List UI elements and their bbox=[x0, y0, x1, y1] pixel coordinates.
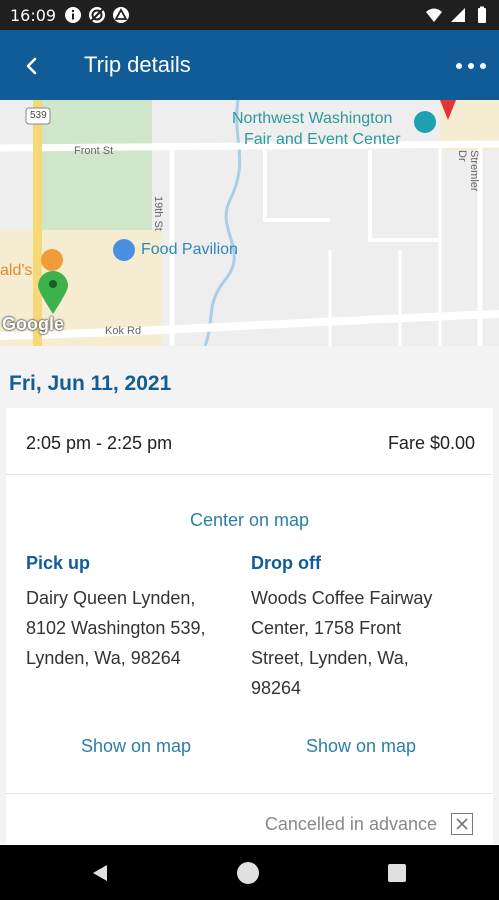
dropoff-show-on-map-button[interactable]: Show on map bbox=[251, 736, 471, 757]
park-area bbox=[42, 100, 152, 230]
dropoff-section: Drop off Woods Coffee Fairway Center, 17… bbox=[251, 553, 471, 703]
status-notification-icons bbox=[64, 6, 130, 24]
dropoff-address-line: Street, Lynden, Wa, bbox=[251, 648, 409, 668]
fairground-label-line1: Northwest Washington bbox=[232, 110, 393, 127]
status-bar: 16:09 bbox=[0, 0, 499, 30]
route-shield-label: 539 bbox=[30, 110, 47, 121]
dropoff-address-line: Center, 1758 Front bbox=[251, 618, 402, 638]
kok-rd-label: Kok Rd bbox=[105, 325, 142, 337]
system-nav-bar bbox=[0, 845, 499, 900]
recents-square-icon[interactable] bbox=[388, 864, 406, 882]
local-road bbox=[368, 150, 440, 242]
trip-map[interactable]: 539 Northwest Washington Fair and Event … bbox=[0, 100, 499, 346]
local-road bbox=[328, 250, 402, 346]
status-time: 16:09 bbox=[10, 6, 57, 25]
back-triangle-icon[interactable] bbox=[90, 863, 110, 883]
pickup-address-line: Dairy Queen Lynden, bbox=[26, 588, 196, 608]
chevron-left-icon bbox=[26, 57, 37, 75]
divider bbox=[6, 474, 493, 475]
home-circle-icon[interactable] bbox=[237, 862, 259, 884]
stremler-dr-label: Stremler Dr bbox=[456, 150, 480, 192]
dropoff-address-line: Woods Coffee Fairway bbox=[251, 588, 433, 608]
google-logo: Google bbox=[2, 314, 64, 334]
fairground-label-line2: Fair and Event Center bbox=[244, 131, 401, 148]
app-bar: Trip details bbox=[0, 30, 499, 100]
pickup-title: Pick up bbox=[26, 553, 91, 573]
divider bbox=[6, 793, 493, 794]
local-road bbox=[263, 150, 330, 222]
battery-icon bbox=[478, 6, 486, 23]
pickup-section: Pick up Dairy Queen Lynden, 8102 Washing… bbox=[26, 553, 246, 673]
more-horizontal-icon bbox=[456, 63, 486, 69]
restaurant-label: ald's bbox=[0, 262, 33, 279]
pickup-address-line: 8102 Washington 539, bbox=[26, 618, 206, 638]
more-options-button[interactable] bbox=[451, 48, 491, 84]
restaurant-marker bbox=[41, 249, 63, 271]
19th-st-label: 19th St bbox=[152, 196, 164, 231]
triangle-app-icon bbox=[113, 7, 129, 23]
front-st-label: Front St bbox=[74, 145, 114, 157]
pickup-show-on-map-button[interactable]: Show on map bbox=[26, 736, 246, 757]
trip-content: Fri, Jun 11, 2021 2:05 pm - 2:25 pm Fare… bbox=[0, 346, 499, 844]
trip-time-range: 2:05 pm - 2:25 pm bbox=[26, 433, 173, 453]
no-sync-icon bbox=[89, 7, 105, 23]
fairground-marker bbox=[414, 111, 436, 133]
trip-date: Fri, Jun 11, 2021 bbox=[9, 372, 172, 395]
grocery-marker bbox=[113, 239, 135, 261]
trip-details-screen: 16:09 Trip details 539 Northwest Washing… bbox=[0, 0, 499, 900]
trip-status-text: Cancelled in advance bbox=[264, 813, 437, 834]
food-pavilion-label: Food Pavilion bbox=[141, 241, 238, 258]
signal-icon bbox=[451, 8, 465, 22]
center-on-map-button[interactable]: Center on map bbox=[6, 510, 493, 531]
cancelled-x-icon bbox=[451, 813, 473, 835]
pickup-address-line: Lynden, Wa, 98264 bbox=[26, 648, 181, 668]
trip-fare: Fare $0.00 bbox=[387, 433, 475, 453]
back-button[interactable] bbox=[14, 48, 50, 84]
trip-status-row: Cancelled in advance bbox=[265, 813, 473, 835]
highway-539 bbox=[33, 100, 42, 346]
wifi-icon bbox=[426, 8, 442, 22]
trip-card: 2:05 pm - 2:25 pm Fare $0.00 Center on m… bbox=[6, 408, 493, 844]
status-system-icons bbox=[425, 6, 491, 24]
page-title: Trip details bbox=[84, 52, 191, 77]
pickup-pin-dot bbox=[49, 280, 57, 288]
dropoff-title: Drop off bbox=[251, 553, 321, 573]
info-icon bbox=[65, 7, 81, 23]
creek bbox=[203, 100, 242, 346]
dropoff-address-line: 98264 bbox=[251, 678, 302, 698]
